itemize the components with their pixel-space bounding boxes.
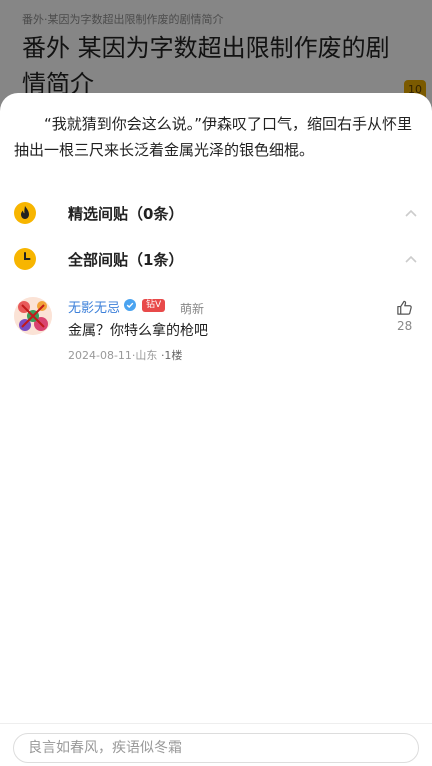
avatar[interactable] <box>14 297 52 335</box>
verified-icon <box>124 299 136 311</box>
comment-meta: 2024-08-11·山东 ·1楼 <box>68 347 182 363</box>
like-count: 28 <box>397 319 413 333</box>
comment-text: 金属？你特么拿的枪吧 <box>68 323 208 339</box>
all-comments-section[interactable]: 全部间贴（1条） <box>0 244 432 274</box>
user-tag: 萌新 <box>180 302 205 316</box>
chevron-up-icon[interactable] <box>404 206 418 220</box>
username[interactable]: 无影无忌 <box>68 297 120 316</box>
section-title: 精选间贴（0条） <box>68 205 184 223</box>
comment-input[interactable] <box>13 733 419 763</box>
comment-date-location: 2024-08-11·山东 <box>68 349 158 362</box>
comments-sheet: “我就猜到你会这么说。”伊森叹了口气，缩回右手从怀里抽出一根三尺来长泛着金属光泽… <box>0 93 432 766</box>
level-badge: 钻V <box>142 299 166 312</box>
fire-icon <box>14 202 36 224</box>
comment-input-bar <box>0 723 432 766</box>
comment-floor: ·1楼 <box>160 349 183 362</box>
featured-comments-section[interactable]: 精选间贴（0条） <box>0 198 432 228</box>
thumbs-up-icon[interactable] <box>396 299 413 316</box>
section-title: 全部间贴（1条） <box>68 251 184 269</box>
chevron-up-icon[interactable] <box>404 252 418 266</box>
clock-icon <box>14 248 36 270</box>
avatar-image <box>14 297 52 335</box>
quoted-paragraph: “我就猜到你会这么说。”伊森叹了口气，缩回右手从怀里抽出一根三尺来长泛着金属光泽… <box>14 115 413 159</box>
comment-item[interactable]: 无影无忌 钻V 萌新 金属？你特么拿的枪吧 2024-08-11·山东 ·1楼 … <box>0 293 432 363</box>
